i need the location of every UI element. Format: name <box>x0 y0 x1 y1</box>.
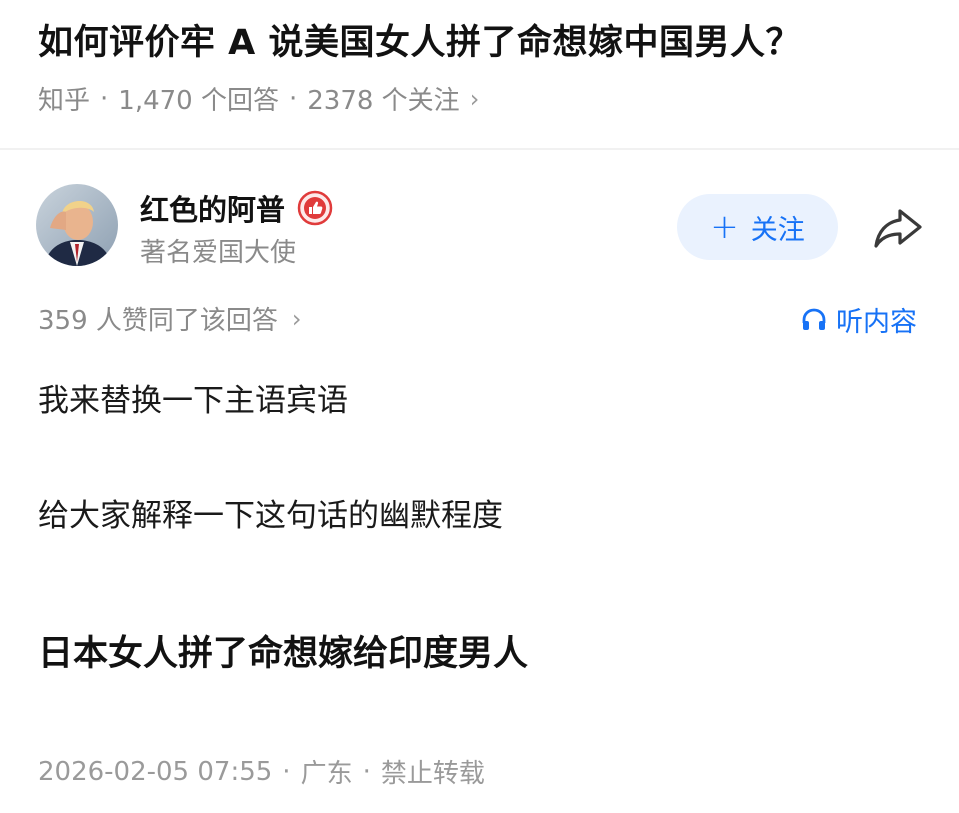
answer-footer: 2026-02-05 07:55 · 广东 · 禁止转载 <box>38 753 485 790</box>
post-date: 2026-02-05 07:55 <box>38 756 273 787</box>
meta-separator: · <box>288 83 298 114</box>
author-bio: 著名爱国大使 <box>140 238 297 268</box>
footer-separator: · <box>362 756 371 787</box>
section-divider <box>0 148 959 150</box>
likes-summary[interactable]: 359 人赞同了该回答 › <box>38 300 302 337</box>
author-name[interactable]: 红色的阿普 <box>140 187 333 229</box>
chevron-right-icon: › <box>469 84 480 113</box>
answers-count: 1,470 个回答 <box>118 86 279 116</box>
followers-count: 2378 个关注 <box>307 86 460 116</box>
likes-count: 359 人赞同了该回答 <box>38 306 278 336</box>
source-label: 知乎 <box>38 86 91 116</box>
meta-separator: · <box>100 83 109 114</box>
thumbs-up-badge-icon <box>297 190 333 226</box>
question-title[interactable]: 如何评价牢 A 说美国女人拼了命想嫁中国男人？ <box>38 14 801 65</box>
plus-icon: + <box>710 207 739 247</box>
listen-label: 听内容 <box>836 307 917 338</box>
answer-paragraph: 我来替换一下主语宾语 <box>38 383 348 419</box>
share-arrow-icon[interactable] <box>872 205 924 251</box>
question-meta[interactable]: 知乎 · 1,470 个回答 · 2378 个关注 › <box>38 80 479 117</box>
copyright-notice: 禁止转载 <box>380 759 485 789</box>
answer-paragraph-bold: 日本女人拼了命想嫁给印度男人 <box>38 634 529 674</box>
chevron-right-icon: › <box>291 304 302 333</box>
avatar[interactable] <box>36 184 118 266</box>
post-location: 广东 <box>300 759 353 789</box>
follow-label: 关注 <box>750 214 805 246</box>
follow-button[interactable]: + 关注 <box>677 194 838 260</box>
answer-page: 如何评价牢 A 说美国女人拼了命想嫁中国男人？ 知乎 · 1,470 个回答 ·… <box>0 0 959 813</box>
avatar-photo <box>36 184 118 266</box>
footer-separator: · <box>282 756 291 787</box>
author-name-text: 红色的阿普 <box>140 193 286 227</box>
headphones-icon <box>802 308 826 330</box>
answer-paragraph: 给大家解释一下这句话的幽默程度 <box>38 498 503 534</box>
listen-button[interactable]: 听内容 <box>800 300 917 339</box>
